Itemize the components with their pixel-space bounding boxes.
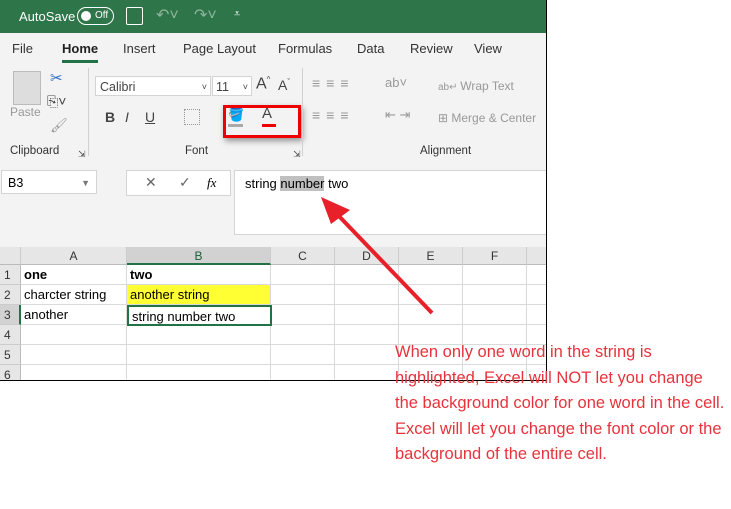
annotation-note: When only one word in the string is high… — [395, 343, 725, 463]
